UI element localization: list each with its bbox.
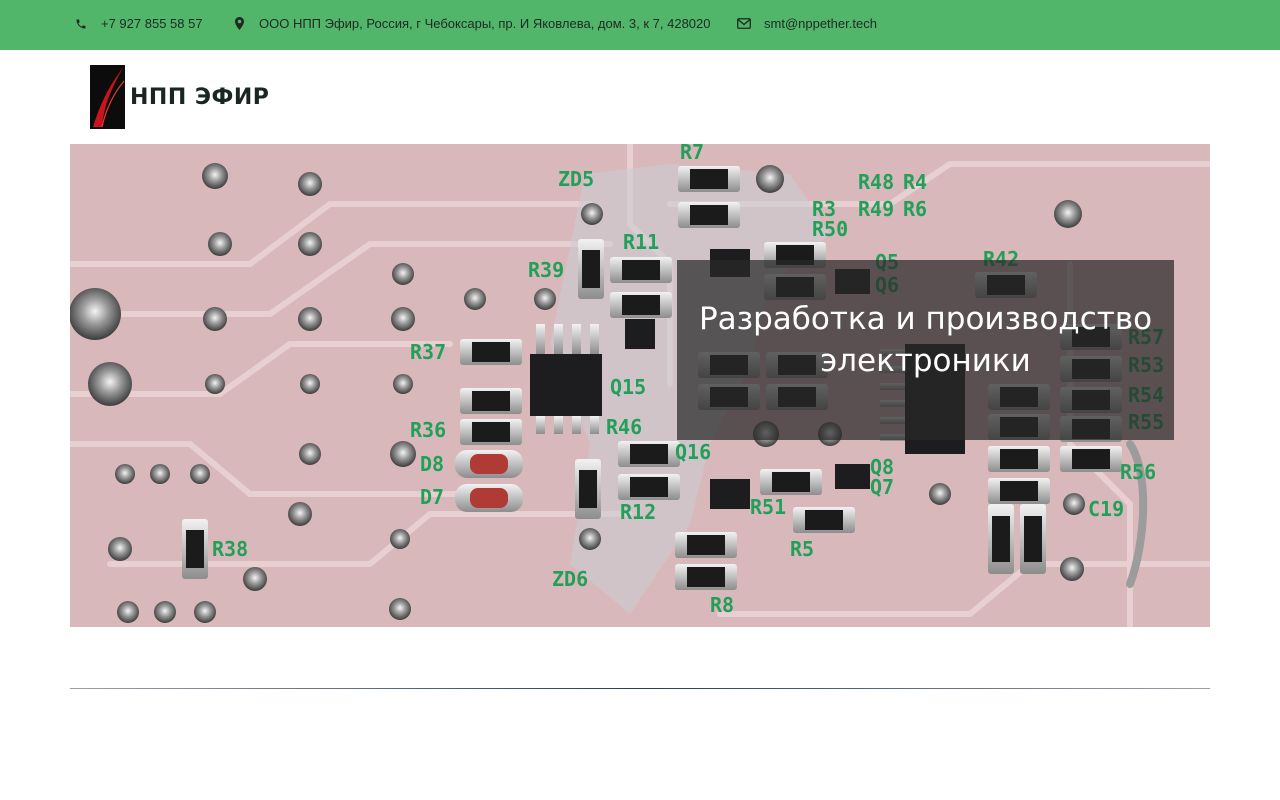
phone-icon — [74, 17, 88, 31]
phone-text: +7 927 855 58 57 — [101, 16, 203, 31]
svg-text:R37: R37 — [410, 340, 446, 364]
envelope-icon — [737, 17, 751, 31]
svg-text:R50: R50 — [812, 217, 848, 241]
svg-text:R7: R7 — [680, 144, 704, 164]
svg-text:R8: R8 — [710, 593, 734, 617]
svg-text:ZD6: ZD6 — [552, 567, 588, 591]
svg-text:R5: R5 — [790, 537, 814, 561]
svg-text:R48: R48 — [858, 170, 894, 194]
svg-text:D7: D7 — [420, 485, 444, 509]
address-text: ООО НПП Эфир, Россия, г Чебоксары, пр. И… — [259, 16, 711, 31]
svg-text:R46: R46 — [606, 415, 642, 439]
address: ООО НПП Эфир, Россия, г Чебоксары, пр. И… — [232, 0, 710, 47]
svg-text:R39: R39 — [528, 258, 564, 282]
svg-text:D8: D8 — [420, 452, 444, 476]
svg-text:R38: R38 — [212, 537, 248, 561]
svg-text:R36: R36 — [410, 418, 446, 442]
svg-text:R11: R11 — [623, 230, 659, 254]
site-header: НПП ЭФИР — [0, 50, 1280, 144]
svg-text:R6: R6 — [903, 197, 927, 221]
svg-text:R4: R4 — [903, 170, 927, 194]
svg-text:Q7: Q7 — [870, 475, 894, 499]
map-marker-icon — [232, 17, 246, 31]
hero-banner: ZD5 R7 R11 R39 R37 R36 D8 D7 Q15 R46 Q16… — [70, 144, 1210, 627]
logo-link[interactable]: НПП ЭФИР — [90, 65, 269, 129]
svg-text:ZD5: ZD5 — [558, 167, 594, 191]
email-link[interactable]: smt@nppether.tech — [737, 0, 877, 47]
svg-text:C19: C19 — [1088, 497, 1124, 521]
svg-text:R51: R51 — [750, 495, 786, 519]
logo-mark — [90, 65, 125, 129]
svg-text:R56: R56 — [1120, 460, 1156, 484]
svg-text:Q15: Q15 — [610, 375, 646, 399]
svg-text:Q16: Q16 — [675, 440, 711, 464]
svg-text:R12: R12 — [620, 500, 656, 524]
top-contact-bar: +7 927 855 58 57 ООО НПП Эфир, Россия, г… — [0, 0, 1280, 50]
hero-title: Разработка и производство электроники — [698, 301, 1153, 379]
phone-link[interactable]: +7 927 855 58 57 — [74, 0, 203, 47]
hero-caption: Разработка и производство электроники — [677, 260, 1174, 440]
section-divider — [70, 688, 1210, 689]
email-text: smt@nppether.tech — [764, 16, 877, 31]
logo-text: НПП ЭФИР — [130, 84, 270, 110]
svg-text:R49: R49 — [858, 197, 894, 221]
